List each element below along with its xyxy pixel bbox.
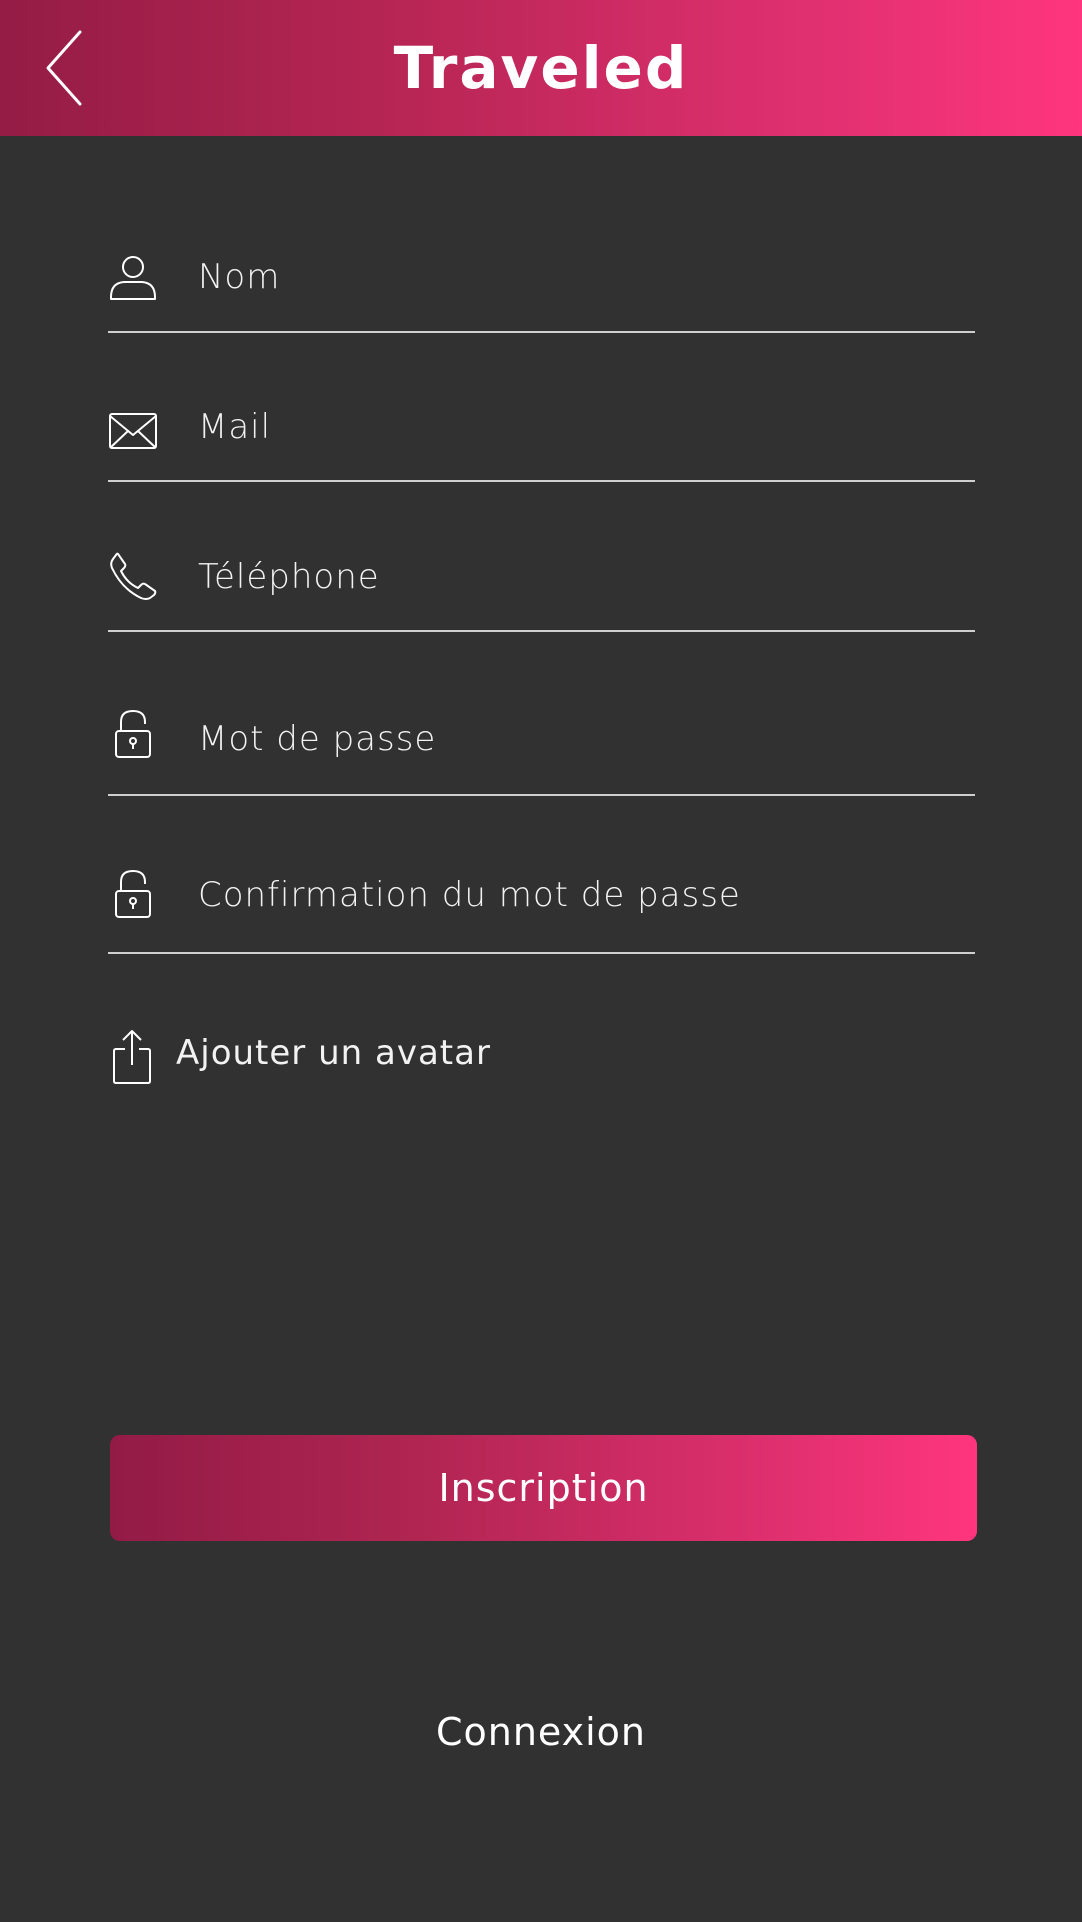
envelope-icon — [108, 407, 158, 457]
user-icon — [108, 253, 158, 303]
password-placeholder: Mot de passe — [198, 719, 437, 759]
password-underline — [108, 794, 975, 796]
phone-icon — [108, 551, 158, 601]
lock-icon — [108, 709, 158, 759]
email-placeholder: Mail — [198, 407, 272, 447]
phone-placeholder: Téléphone — [198, 557, 380, 597]
password-confirm-placeholder: Confirmation du mot de passe — [198, 875, 741, 915]
page-title: Traveled — [393, 34, 689, 102]
name-field[interactable]: Nom — [108, 245, 975, 335]
name-placeholder: Nom — [198, 257, 281, 297]
upload-icon — [108, 1029, 158, 1085]
name-underline — [108, 331, 975, 333]
phone-underline — [108, 630, 975, 632]
signup-button[interactable]: Inscription — [110, 1435, 977, 1541]
password-field[interactable]: Mot de passe — [108, 705, 975, 797]
lock-icon — [108, 869, 158, 919]
phone-field[interactable]: Téléphone — [108, 545, 975, 635]
email-field[interactable]: Mail — [108, 395, 975, 485]
password-confirm-field[interactable]: Confirmation du mot de passe — [108, 865, 975, 957]
email-underline — [108, 480, 975, 482]
add-avatar-button[interactable]: Ajouter un avatar — [108, 1025, 608, 1085]
password-confirm-underline — [108, 952, 975, 954]
login-link[interactable]: Connexion — [0, 1710, 1082, 1754]
add-avatar-label: Ajouter un avatar — [176, 1033, 491, 1073]
app-header: Traveled — [0, 0, 1082, 136]
